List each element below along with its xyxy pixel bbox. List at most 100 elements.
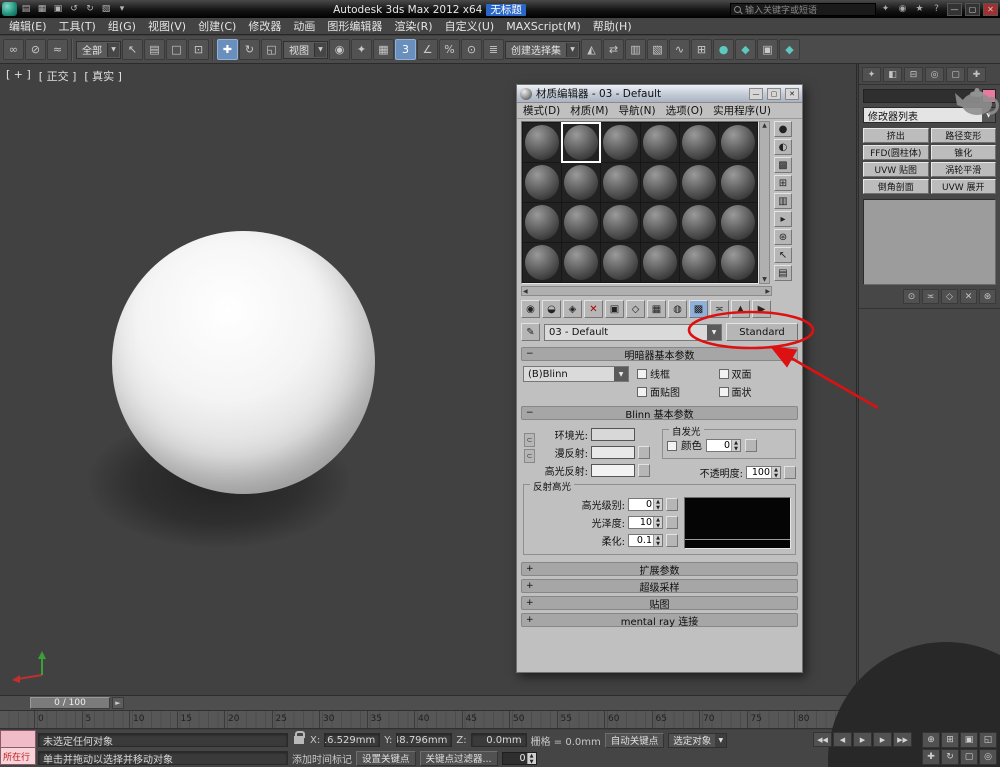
specular-map-button[interactable] [638, 464, 650, 477]
select-by-name-icon[interactable]: ▤ [144, 39, 165, 60]
sample-slot-10[interactable] [680, 163, 718, 202]
maximize-button[interactable]: ▢ [965, 3, 980, 16]
menu-item[interactable]: 编辑(E) [3, 17, 53, 35]
auto-key-button[interactable]: 自动关键点 [605, 733, 665, 748]
viewport-general-menu[interactable]: [ + ] [6, 68, 31, 84]
me-menu-item[interactable]: 材质(M) [570, 103, 608, 118]
show-end-result-icon[interactable]: ≍ [922, 289, 939, 304]
graphite-ribbon-icon[interactable]: ▧ [647, 39, 668, 60]
close-button[interactable]: ✕ [983, 3, 998, 16]
select-and-link-icon[interactable]: ∞ [3, 39, 24, 60]
modifier-button[interactable]: FFD(圆柱体) [863, 145, 929, 160]
spinner-snap-icon[interactable]: ⊙ [461, 39, 482, 60]
sample-slot-3[interactable] [641, 123, 679, 162]
time-slider-handle[interactable]: 0 / 100 [30, 697, 110, 709]
current-frame-spinner[interactable]: 0▲▼ [502, 752, 537, 765]
me-menu-item[interactable]: 选项(O) [666, 103, 703, 118]
workspace-dropdown-icon[interactable]: ▾ [115, 2, 129, 16]
pan-icon[interactable]: ✚ [922, 749, 940, 765]
opacity-map-button[interactable] [784, 466, 796, 479]
listener-line[interactable]: 所在行 [0, 748, 36, 765]
named-selection-sets-dropdown[interactable]: 创建选择集▼ [505, 41, 580, 59]
ambient-color-swatch[interactable] [591, 428, 635, 441]
sample-slot-13[interactable] [562, 203, 600, 242]
select-and-manipulate-icon[interactable]: ✦ [351, 39, 372, 60]
align-icon[interactable]: ⇄ [603, 39, 624, 60]
scroll-right-icon[interactable]: ▶ [765, 288, 770, 295]
curve-editor-icon[interactable]: ∿ [669, 39, 690, 60]
key-selection-dropdown[interactable]: 选定对象▼ [668, 733, 727, 748]
me-maximize-button[interactable]: ▢ [767, 88, 781, 100]
add-time-tag[interactable]: 添加时间标记 [292, 751, 352, 766]
rollout-header-collapsed[interactable]: 超级采样 [521, 579, 798, 593]
modifier-button[interactable]: 涡轮平滑 [931, 162, 997, 177]
self-illumination-color-checkbox[interactable] [667, 441, 677, 451]
shader-option-checkbox[interactable]: 面状 [719, 384, 797, 399]
menu-item[interactable]: 图形编辑器 [321, 17, 388, 35]
sample-slot-2[interactable] [601, 123, 639, 162]
select-by-material-icon[interactable]: ↖ [774, 247, 792, 263]
rollout-header-collapsed[interactable]: mental ray 连接 [521, 613, 798, 627]
material-id-channel-icon[interactable]: ◍ [668, 300, 687, 318]
go-to-start-icon[interactable]: ◀◀ [813, 732, 832, 747]
shader-option-checkbox[interactable]: 面贴图 [637, 384, 715, 399]
make-copy-icon[interactable]: ▣ [605, 300, 624, 318]
self-illumination-spinner[interactable]: 0▲▼ [706, 439, 741, 452]
modifier-button[interactable]: 倒角剖面 [863, 179, 929, 194]
shader-type-dropdown[interactable]: (B)Blinn▼ [523, 366, 629, 382]
material-editor-titlebar[interactable]: 材质编辑器 - 03 - Default —▢✕ [517, 85, 802, 103]
map-shortcut-button[interactable] [666, 498, 678, 511]
me-minimize-button[interactable]: — [749, 88, 763, 100]
bind-to-space-warp-icon[interactable]: ≈ [47, 39, 68, 60]
angle-snap-icon[interactable]: ∠ [417, 39, 438, 60]
value-spinner[interactable]: 0▲▼ [628, 498, 663, 511]
pin-stack-icon[interactable]: ⊙ [903, 289, 920, 304]
rendered-frame-window-icon[interactable]: ▣ [757, 39, 778, 60]
menu-item[interactable]: 视图(V) [142, 17, 192, 35]
scroll-up-icon[interactable]: ▲ [762, 122, 767, 129]
selection-lock-icon[interactable] [294, 736, 304, 744]
sample-slot-9[interactable] [641, 163, 679, 202]
menu-item[interactable]: 自定义(U) [439, 17, 501, 35]
shader-option-checkbox[interactable]: 双面 [719, 366, 797, 381]
make-unique-icon[interactable]: ◇ [626, 300, 645, 318]
edit-named-selection-sets-icon[interactable]: ≣ [483, 39, 504, 60]
x-coordinate-field[interactable]: 716.529mm [324, 733, 380, 747]
options-icon[interactable]: ⊛ [774, 229, 792, 245]
diffuse-map-button[interactable] [638, 446, 650, 459]
sample-slot-14[interactable] [601, 203, 639, 242]
specular-color-swatch[interactable] [591, 464, 635, 477]
menu-item[interactable]: 组(G) [102, 17, 142, 35]
rollout-header-collapsed[interactable]: 贴图 [521, 596, 798, 610]
selection-filter-dropdown[interactable]: 全部▼ [76, 41, 121, 59]
quick-render-icon[interactable]: ◆ [779, 39, 800, 60]
value-spinner[interactable]: 10▲▼ [628, 516, 663, 529]
maximize-viewport-toggle-icon[interactable]: ▢ [960, 749, 978, 765]
video-color-check-icon[interactable]: ▥ [774, 193, 792, 209]
me-close-button[interactable]: ✕ [785, 88, 799, 100]
go-to-end-icon[interactable]: ▶▶ [893, 732, 912, 747]
snap-toggle-3d-icon[interactable]: 3 [395, 39, 416, 60]
configure-modifier-sets-icon[interactable]: ⊛ [979, 289, 996, 304]
minimize-button[interactable]: — [947, 3, 962, 16]
background-icon[interactable]: ▩ [774, 157, 792, 173]
show-end-result-icon[interactable]: ≍ [710, 300, 729, 318]
put-material-scene-icon[interactable]: ◒ [542, 300, 561, 318]
menu-item[interactable]: 渲染(R) [388, 17, 438, 35]
assign-material-icon[interactable]: ◈ [563, 300, 582, 318]
hierarchy-tab-icon[interactable]: ⊟ [904, 67, 923, 82]
sample-slot-18[interactable] [523, 243, 561, 282]
put-to-library-icon[interactable]: ▦ [647, 300, 666, 318]
modifier-button[interactable]: UVW 贴图 [863, 162, 929, 177]
zoom-icon[interactable]: ⊕ [922, 732, 940, 748]
rollout-header-shader[interactable]: 明暗器基本参数 [521, 347, 798, 361]
unlink-selection-icon[interactable]: ⊘ [25, 39, 46, 60]
remove-modifier-icon[interactable]: ✕ [960, 289, 977, 304]
viewport-shading-menu[interactable]: [ 真实 ] [84, 68, 122, 84]
sample-type-icon[interactable]: ● [774, 121, 792, 137]
y-coordinate-field[interactable]: 5448.796mm [396, 733, 452, 747]
mirror-icon[interactable]: ◭ [581, 39, 602, 60]
sample-slot-20[interactable] [601, 243, 639, 282]
percent-snap-icon[interactable]: % [439, 39, 460, 60]
set-key-button[interactable]: 设置关键点 [356, 751, 416, 766]
